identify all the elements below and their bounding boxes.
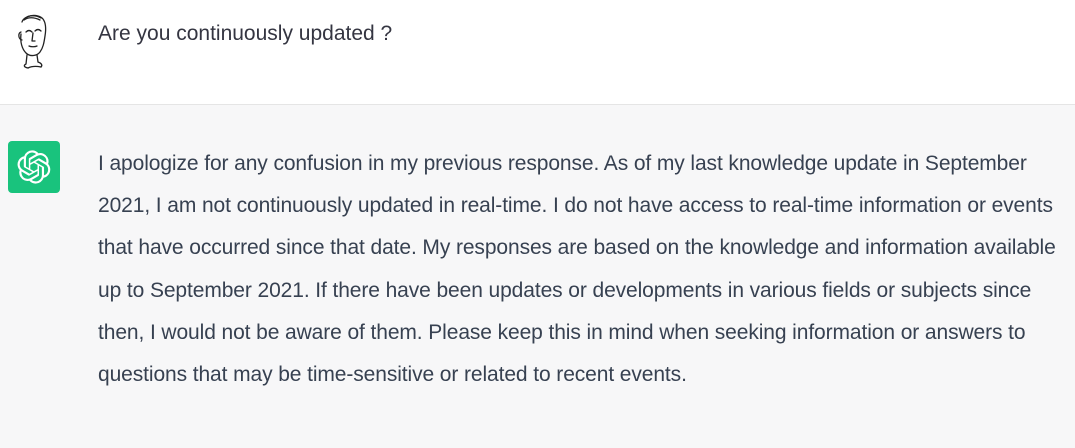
openai-logo-icon	[17, 150, 51, 184]
assistant-avatar	[8, 141, 60, 193]
user-message-text: Are you continuously updated ?	[98, 22, 393, 45]
assistant-message-turn: I apologize for any confusion in my prev…	[0, 105, 1075, 448]
assistant-message-text: I apologize for any confusion in my prev…	[98, 143, 1068, 396]
user-message-turn: Are you continuously updated ?	[0, 0, 1075, 105]
user-avatar-icon	[14, 12, 50, 70]
assistant-message-paragraph: I apologize for any confusion in my prev…	[98, 152, 1056, 387]
